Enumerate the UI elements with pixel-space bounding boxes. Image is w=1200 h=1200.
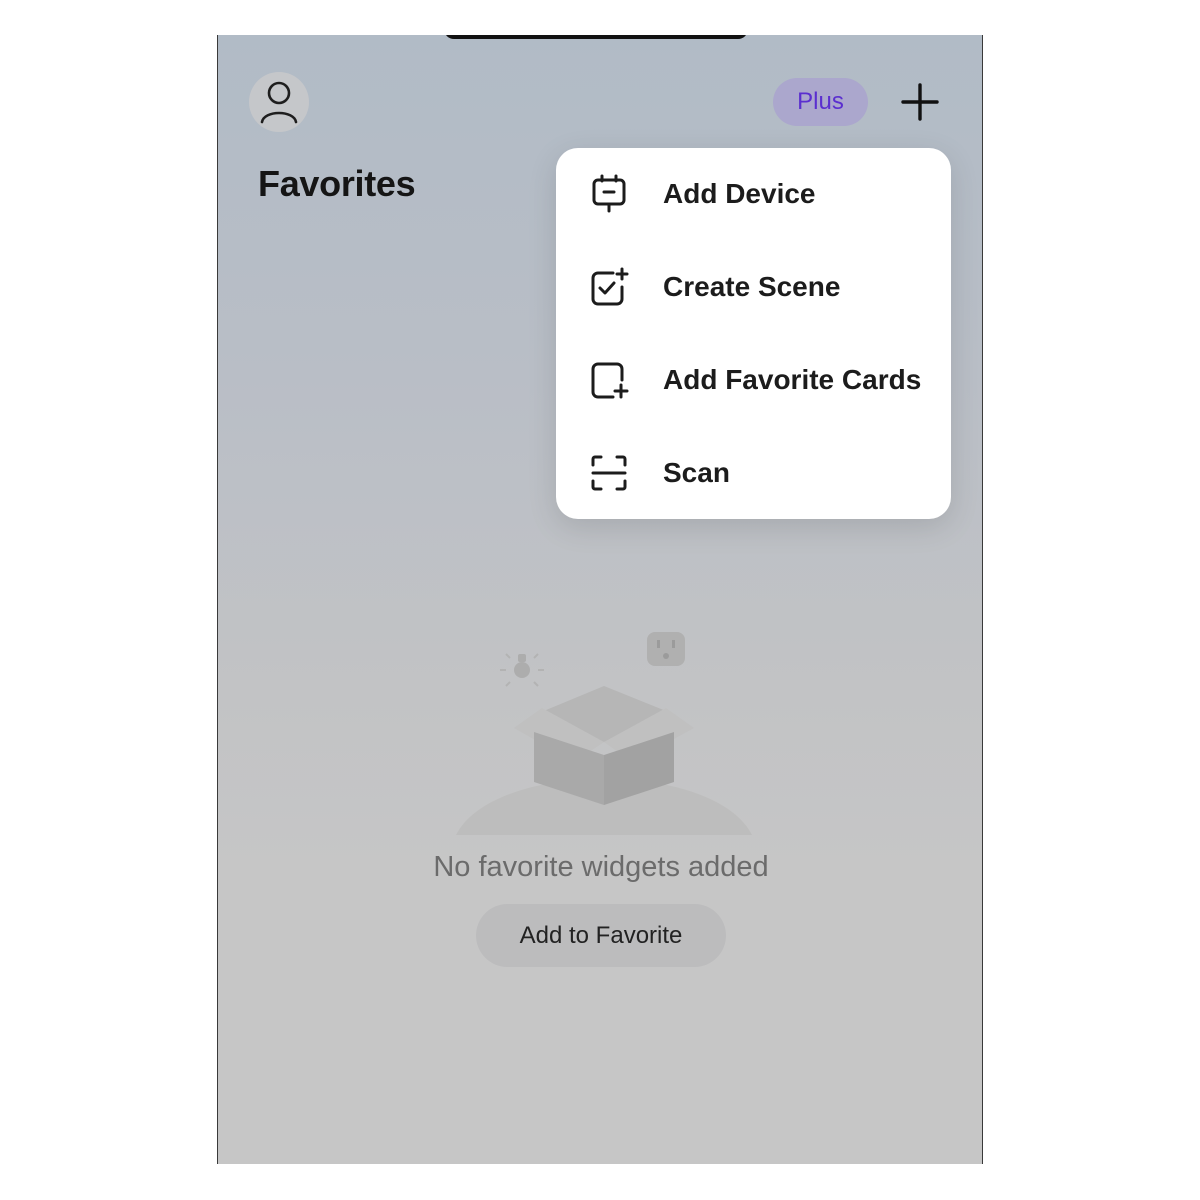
menu-item-add-favorite-cards[interactable]: Add Favorite Cards [556,345,951,415]
scan-icon [588,452,630,494]
menu-item-label: Scan [663,457,730,488]
user-icon [260,81,298,124]
menu-item-label: Create Scene [663,271,841,302]
scene-check-icon [588,266,630,308]
profile-avatar-button[interactable] [249,72,309,132]
menu-item-label: Add Device [663,178,816,209]
empty-state-message: No favorite widgets added [433,851,769,883]
empty-box-illustration [454,590,754,840]
menu-item-scan[interactable]: Scan [556,438,951,508]
plus-icon [901,83,939,121]
card-add-icon [588,359,630,401]
page-title: Favorites [258,163,416,204]
menu-item-label: Add Favorite Cards [663,364,922,395]
screen: Plus Favorites No favorite widgets added… [0,0,1200,1200]
add-to-favorite-button[interactable]: Add to Favorite [476,904,726,967]
device-icon [588,173,630,215]
device-notch [444,35,748,39]
add-menu-popover: Add Device Create Scene Add Favorite Car… [556,148,951,519]
menu-item-create-scene[interactable]: Create Scene [556,252,951,322]
add-button[interactable] [901,83,939,121]
plus-subscription-badge[interactable]: Plus [773,78,868,126]
menu-item-add-device[interactable]: Add Device [556,159,951,229]
